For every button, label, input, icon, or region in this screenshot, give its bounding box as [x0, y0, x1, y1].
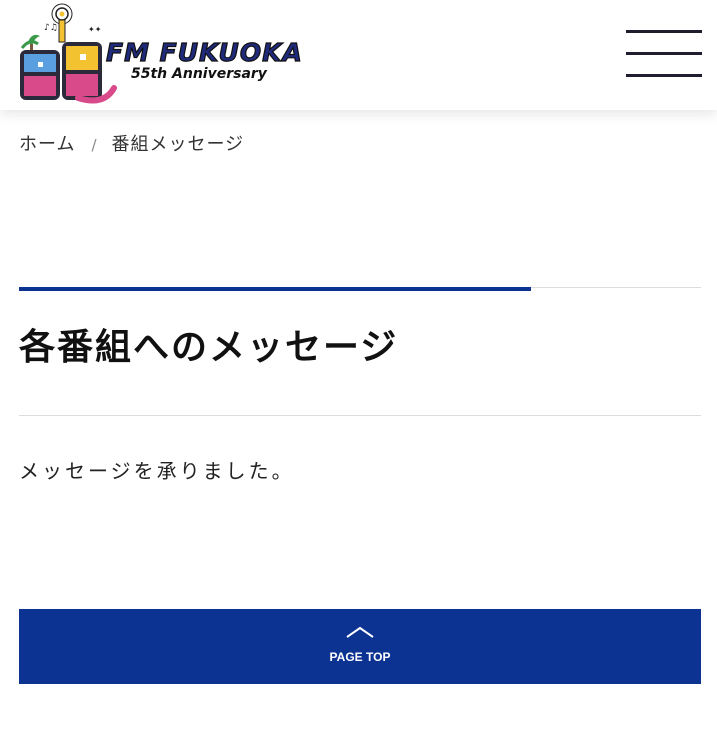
title-accent-bar — [19, 287, 531, 291]
page-top-label: PAGE TOP — [329, 650, 391, 664]
menu-button[interactable] — [626, 30, 702, 78]
breadcrumb-home-link[interactable]: ホーム — [19, 134, 75, 155]
svg-text:✦✦: ✦✦ — [88, 25, 102, 34]
chevron-up-icon — [346, 626, 374, 638]
breadcrumb: ホーム / 番組メッセージ — [19, 130, 244, 156]
page-title: 各番組へのメッセージ — [19, 327, 399, 368]
svg-text:♪♫: ♪♫ — [44, 23, 58, 33]
breadcrumb-separator: / — [91, 136, 98, 154]
site-logo[interactable]: ♪♫ ✦✦ FM FUKUOKA 55th Anniversary — [18, 2, 302, 108]
breadcrumb-current: 番組メッセージ — [111, 134, 245, 155]
confirmation-message: メッセージを承りました。 — [19, 459, 295, 483]
site-header: ♪♫ ✦✦ FM FUKUOKA 55th Anniversary — [0, 0, 717, 110]
page-top-button[interactable]: PAGE TOP — [19, 609, 701, 684]
logo-illustration: ♪♫ ✦✦ — [20, 3, 117, 104]
section-divider — [19, 415, 701, 416]
logo-wordmark: FM FUKUOKA — [105, 37, 303, 67]
logo-anniversary-text: 55th Anniversary — [131, 66, 267, 82]
